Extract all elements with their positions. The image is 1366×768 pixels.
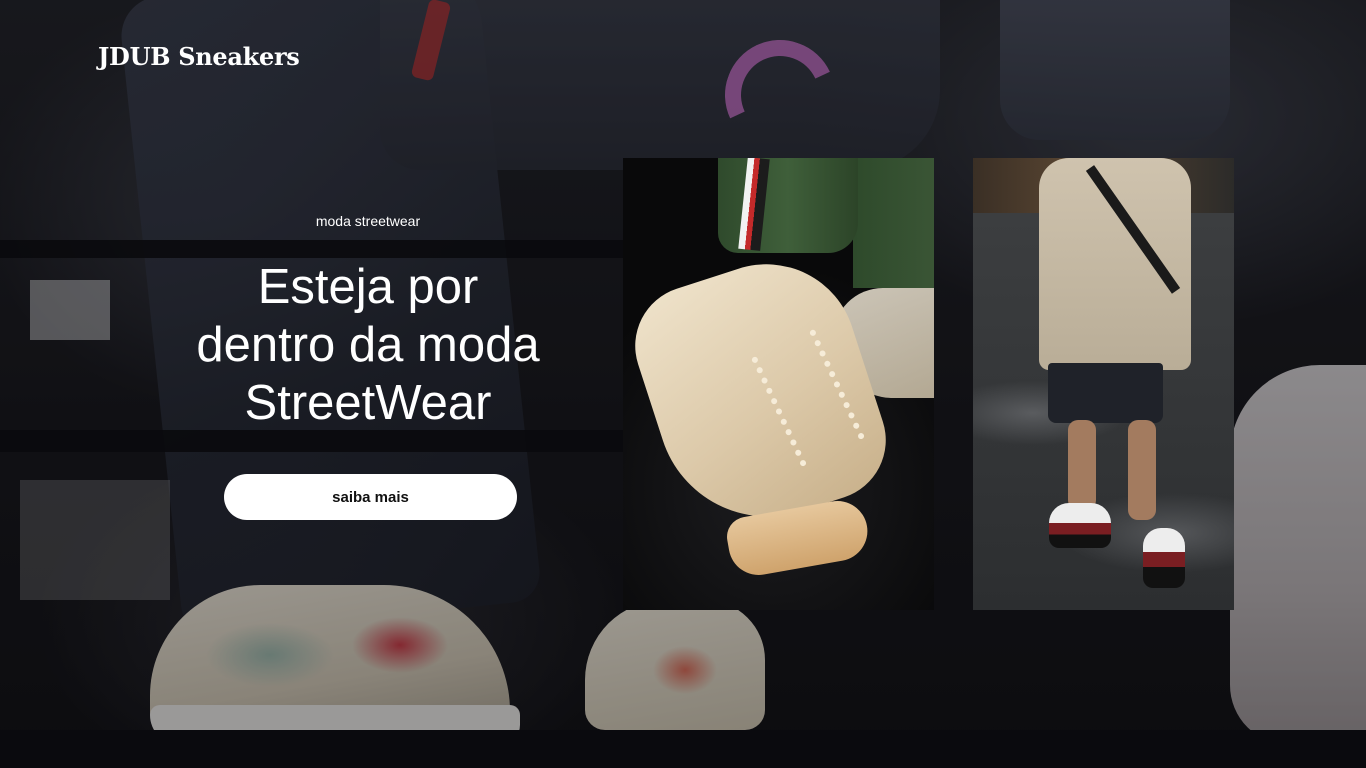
outfit-photo-shorts (1048, 363, 1163, 423)
hero-eyebrow: moda streetwear (315, 213, 421, 229)
outfit-photo-leg-left (1068, 420, 1096, 510)
outfit-photo-card (973, 158, 1234, 610)
outfit-photo-sneaker-right (1143, 528, 1185, 588)
outfit-photo-tshirt (1039, 158, 1191, 370)
sneaker-photo-pants-back (853, 158, 934, 288)
hero-headline: Esteja por dentro da moda StreetWear (196, 260, 540, 430)
saiba-mais-button[interactable]: saiba mais (224, 474, 517, 520)
outfit-photo-leg-right (1128, 420, 1156, 520)
sneaker-photo-card (623, 158, 934, 610)
brand-logo[interactable]: JDUB Sneakers (98, 42, 300, 71)
outfit-photo-sneaker-left (1049, 503, 1111, 548)
